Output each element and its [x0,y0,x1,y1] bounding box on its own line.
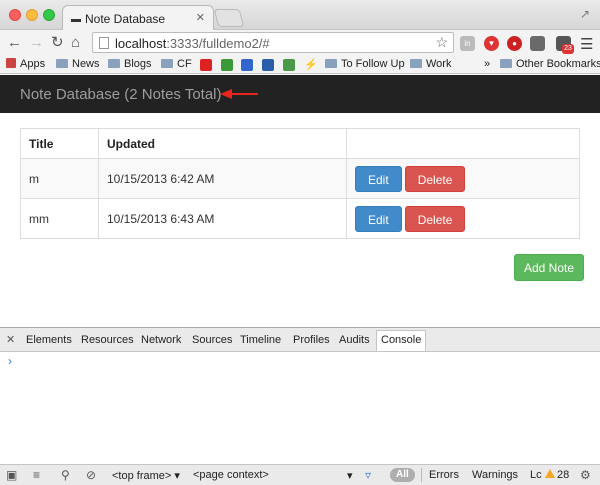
column-header-title: Title [20,128,99,159]
console-prompt[interactable]: › [8,354,12,368]
tab-elements[interactable]: Elements [26,334,72,346]
close-window-button[interactable] [9,9,21,21]
extension-badge: 23 [562,44,574,54]
console-drawer-icon[interactable]: ≡ [33,468,40,482]
edit-button[interactable]: Edit [355,205,402,232]
column-header-actions [346,128,580,159]
note-title: mm [20,198,99,239]
close-tab-icon[interactable]: ✕ [196,11,205,24]
extension-in-icon[interactable]: in [460,36,475,51]
devtools-close-icon[interactable]: ✕ [6,333,15,346]
address-bar[interactable]: localhost:3333/fulldemo2/# ☆ [92,32,454,53]
bookmark-icon-3[interactable] [241,59,253,71]
dock-icon[interactable]: ▣ [6,468,17,482]
note-updated: 10/15/2013 6:43 AM [98,198,347,239]
table-row: mm 10/15/2013 6:43 AM Edit Delete [20,198,580,239]
folder-icon [108,59,120,68]
folder-icon [410,59,422,68]
minimize-window-button[interactable] [26,9,38,21]
tab-console[interactable]: Console [376,330,427,351]
filter-warnings[interactable]: Warnings [472,469,518,481]
filter-logs[interactable]: Lc [530,469,542,481]
app-brand[interactable]: Note Database (2 Notes Total) [20,86,222,103]
extension-red-icon[interactable]: ▼ [484,36,499,51]
tab-audits[interactable]: Audits [339,334,370,346]
filter-icon[interactable]: ▿ [365,468,371,482]
bookmark-star-icon[interactable]: ☆ [435,34,448,51]
table-row: m 10/15/2013 6:42 AM Edit Delete [20,158,580,199]
extension-shield-icon[interactable]: ● [507,36,522,51]
folder-icon [500,59,512,68]
zoom-window-button[interactable] [43,9,55,21]
folder-icon [161,59,173,68]
warning-icon [545,469,555,478]
bookmark-icon-4[interactable] [262,59,274,71]
tab-timeline[interactable]: Timeline [240,334,281,346]
devtools-statusbar: ▣ ≡ ⚲ ⊘ <top frame> ▾ <page context> ▾ ▿… [0,464,600,485]
divider [421,468,422,482]
page-icon [99,37,109,49]
note-actions: Edit Delete [346,198,580,239]
delete-button[interactable]: Delete [404,205,466,232]
clear-console-icon[interactable]: ⊘ [86,468,96,482]
browser-tab[interactable]: ▬ Note Database ✕ [62,5,214,31]
settings-gear-icon[interactable]: ⚙ [580,468,591,482]
menu-icon[interactable]: ☰ [580,35,593,53]
note-updated: 10/15/2013 6:42 AM [98,158,347,199]
delete-button[interactable]: Delete [404,165,466,192]
bookmark-to-follow-up[interactable]: To Follow Up [325,58,405,70]
new-tab-button[interactable] [213,9,245,27]
note-actions: Edit Delete [346,158,580,199]
context-select[interactable]: <page context> [193,469,269,481]
frame-select[interactable]: <top frame> ▾ [112,469,180,482]
browser-toolbar: ← → ↻ ⌂ localhost:3333/fulldemo2/# ☆ in … [0,30,600,56]
mustache-icon: ▬ [71,14,81,25]
tab-network[interactable]: Network [141,334,181,346]
bookmark-news[interactable]: News [56,58,100,70]
tab-profiles[interactable]: Profiles [293,334,330,346]
bookmark-other[interactable]: Other Bookmarks [500,58,600,70]
window-titlebar: ▬ Note Database ✕ ↗ [0,0,600,31]
folder-icon [325,59,337,68]
context-select-chevron-icon[interactable]: ▾ [347,469,353,482]
note-title: m [20,158,99,199]
bolt-icon[interactable]: ⚡ [304,58,318,71]
bookmark-icon-5[interactable] [283,59,295,71]
annotation-arrow-icon [220,89,258,99]
edit-button[interactable]: Edit [355,165,402,192]
console-panel[interactable]: › [0,352,600,462]
tab-sources[interactable]: Sources [192,334,232,346]
bookmark-drive-icon[interactable] [221,59,233,71]
column-header-updated: Updated [98,128,347,159]
tab-title: Note Database [85,12,166,26]
bookmark-apps[interactable]: Apps [6,58,45,70]
back-arrow-icon[interactable]: ← [7,34,22,52]
forward-arrow-icon[interactable]: → [29,34,44,52]
tab-resources[interactable]: Resources [81,334,134,346]
bookmark-icon-1[interactable] [200,59,212,71]
bookmarks-overflow-icon[interactable]: » [484,58,490,70]
folder-icon [56,59,68,68]
search-icon[interactable]: ⚲ [61,468,70,482]
filter-all[interactable]: All [390,468,415,482]
filter-errors[interactable]: Errors [429,469,459,481]
table-header-row: Title Updated [20,128,580,159]
reload-icon[interactable]: ↻ [51,34,64,52]
fullscreen-icon[interactable]: ↗ [580,7,590,21]
extension-photo-icon[interactable] [530,36,545,51]
bookmark-work[interactable]: Work [410,58,451,70]
notes-table: Title Updated m 10/15/2013 6:42 AM Edit D… [20,128,580,239]
home-icon[interactable]: ⌂ [71,34,80,52]
bookmark-cf[interactable]: CF [161,58,192,70]
url-text[interactable]: localhost:3333/fulldemo2/# [115,36,270,51]
add-note-button[interactable]: Add Note [514,254,585,281]
devtools-tabbar: ✕ Elements Resources Network Sources Tim… [0,327,600,352]
bookmarks-bar: Apps News Blogs CF ⚡ To Follow Up Work »… [0,56,600,74]
bookmark-blogs[interactable]: Blogs [108,58,152,70]
app-navbar: Note Database (2 Notes Total) [0,75,600,113]
warning-count[interactable]: 28 [557,469,569,481]
